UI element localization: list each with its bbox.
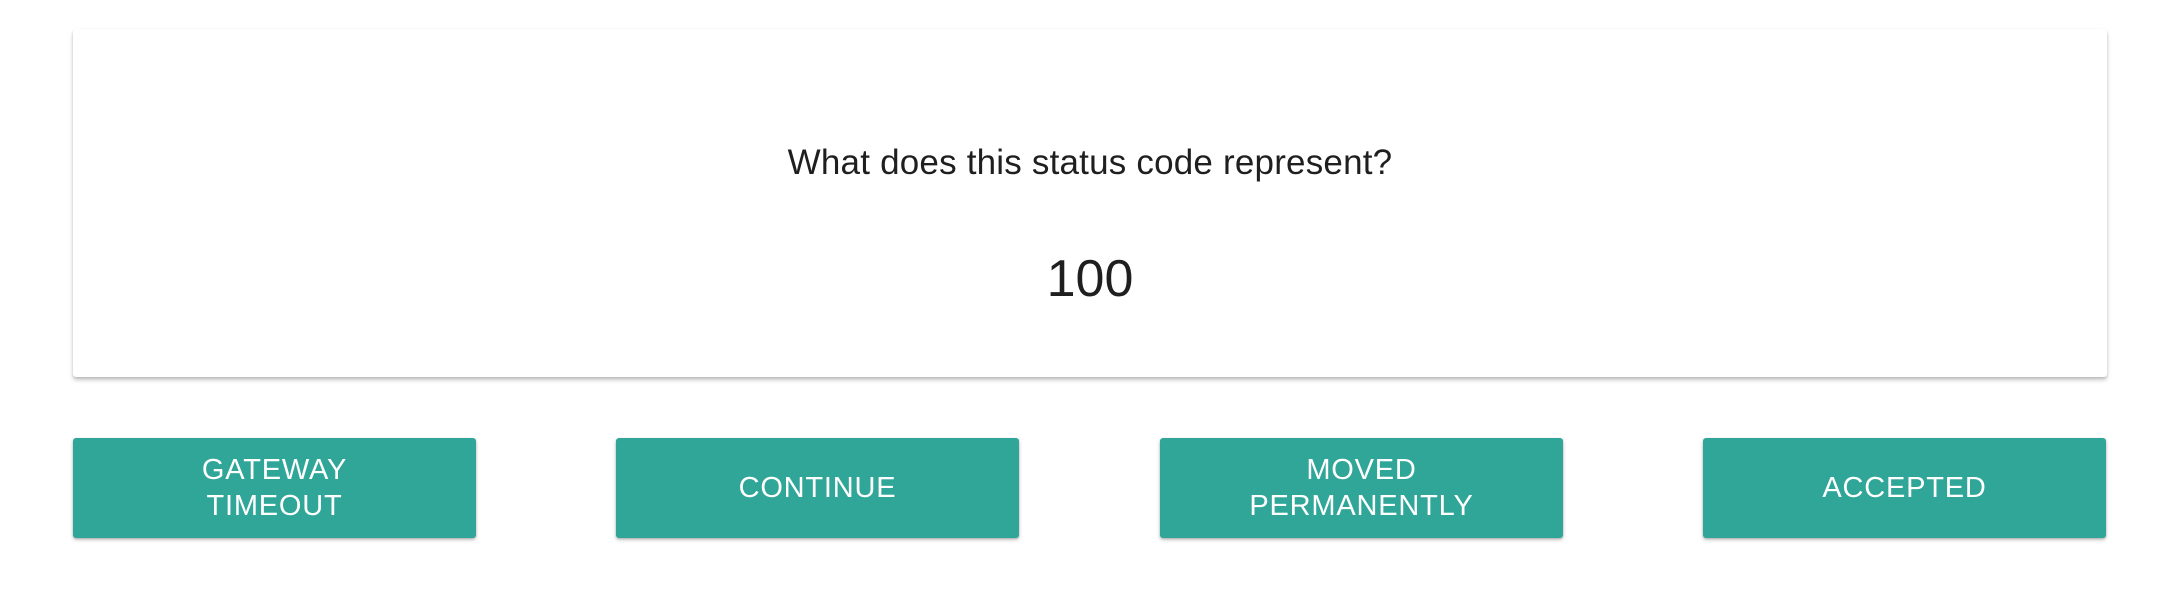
answer-button-gateway-timeout[interactable]: GATEWAY TIMEOUT: [73, 438, 476, 538]
answer-button-accepted[interactable]: ACCEPTED: [1703, 438, 2106, 538]
status-code: 100: [1046, 250, 1134, 308]
answer-button-moved-permanently[interactable]: MOVED PERMANENTLY: [1160, 438, 1563, 538]
answer-label: MOVED PERMANENTLY: [1249, 454, 1474, 522]
answer-label: ACCEPTED: [1822, 472, 1987, 504]
answer-label: CONTINUE: [738, 472, 897, 504]
question-text: What does this status code represent?: [787, 143, 1393, 182]
question-card: What does this status code represent? 10…: [73, 29, 2107, 377]
quiz-page: What does this status code represent? 10…: [0, 0, 2174, 616]
answer-button-continue[interactable]: CONTINUE: [616, 438, 1019, 538]
answer-label: GATEWAY TIMEOUT: [201, 454, 348, 522]
answer-options: GATEWAY TIMEOUT CONTINUE MOVED PERMANENT…: [73, 438, 2107, 538]
